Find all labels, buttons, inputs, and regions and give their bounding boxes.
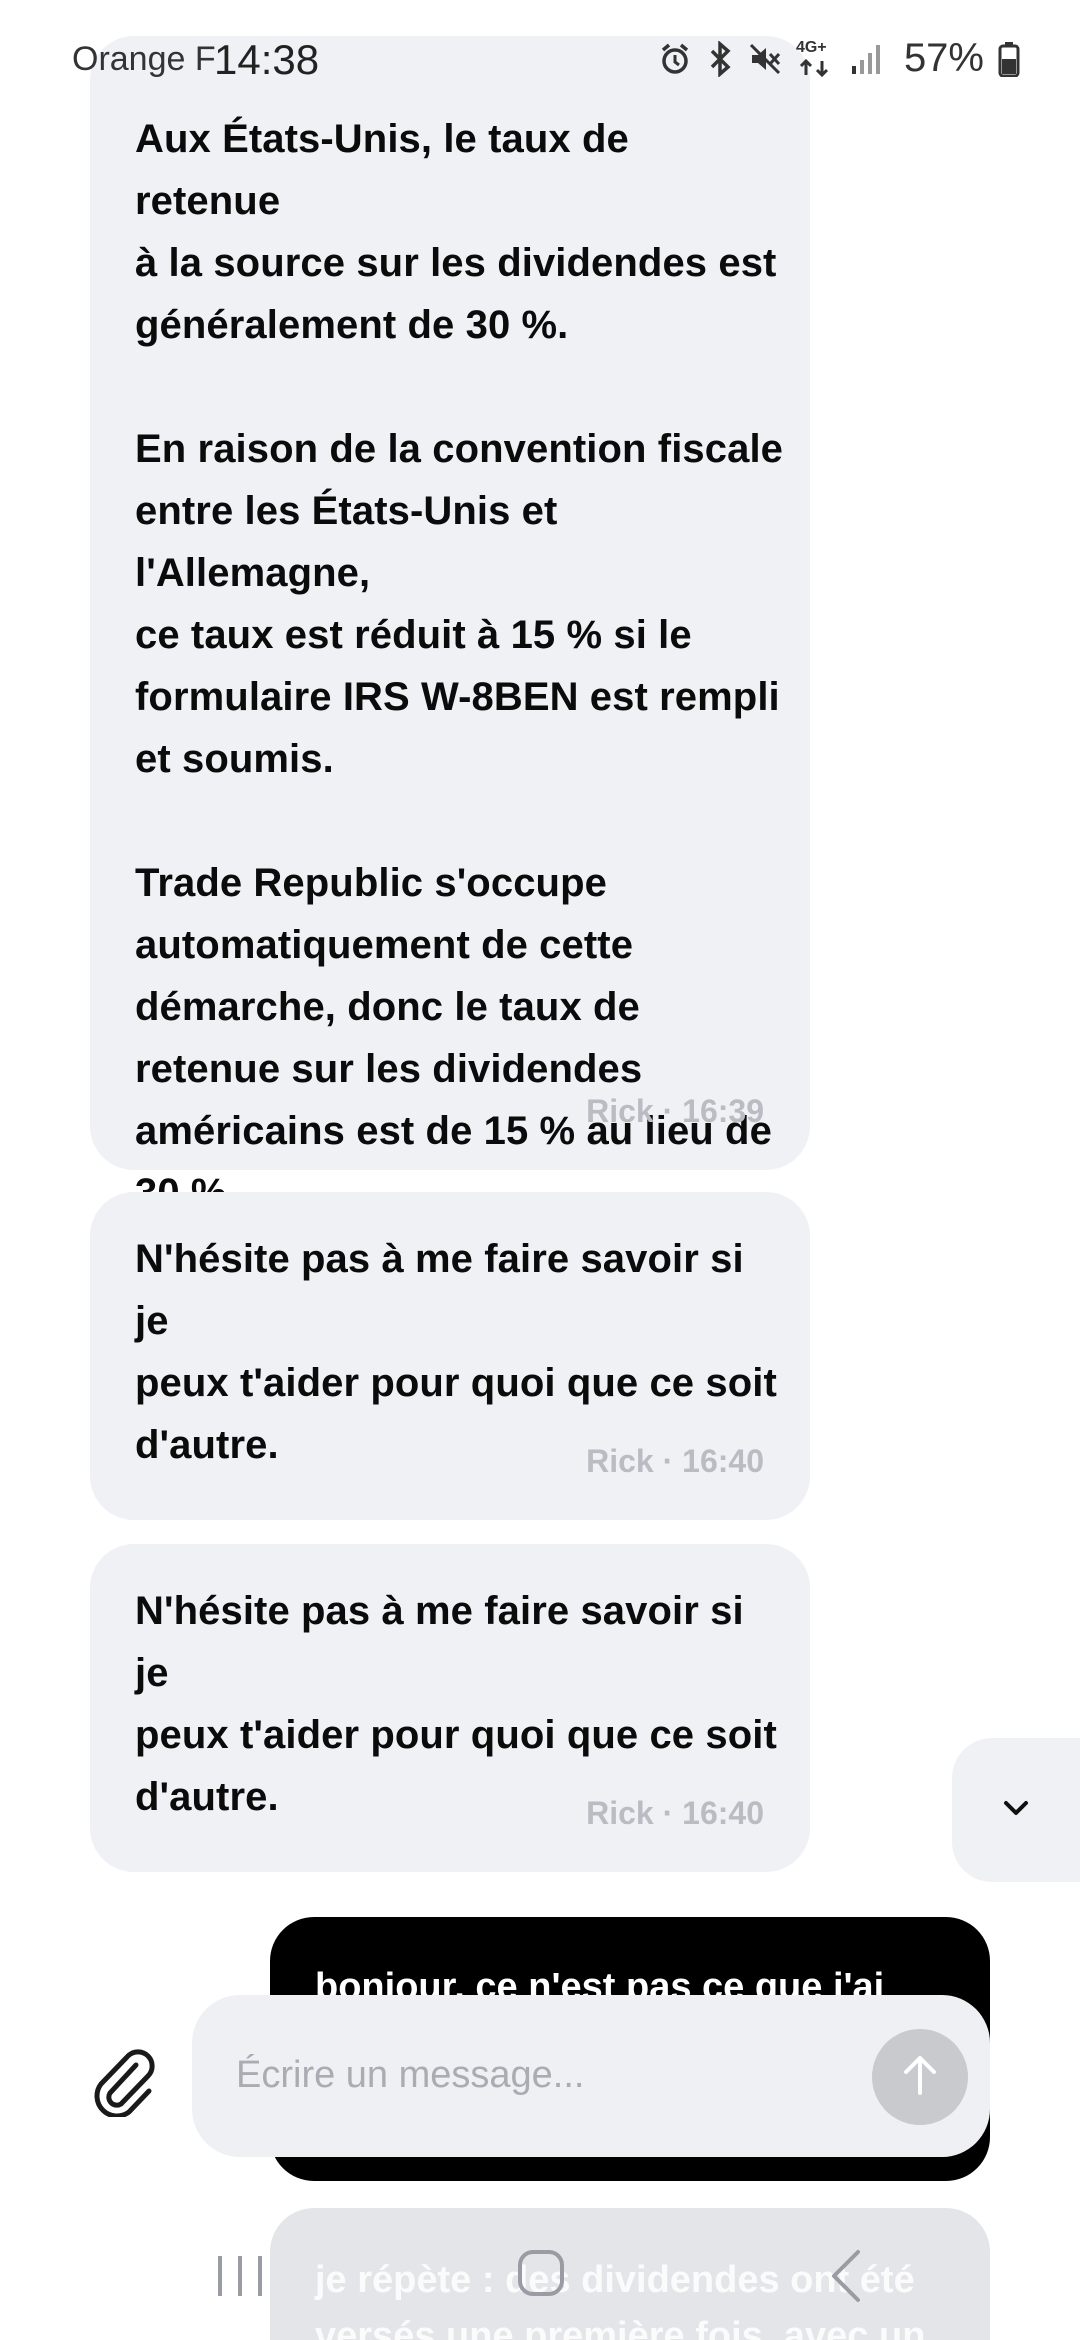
battery-percentage: 57% <box>903 36 984 80</box>
message-text: Aux États-Unis, le taux de retenue à la … <box>135 117 784 1215</box>
signal-icon <box>850 42 884 76</box>
message-text: N'hésite pas à me faire savoir si je peu… <box>135 1589 777 1819</box>
status-icons: 4G+ 57% <box>658 36 1020 81</box>
message-meta: Rick · 16:40 <box>586 1443 764 1479</box>
status-bar: Orange F 14:38 4G+ 57% <box>0 0 1080 118</box>
back-icon[interactable] <box>826 2248 866 2304</box>
message-input-container <box>192 1995 990 2157</box>
network-type-icon: 4G+ <box>796 39 836 79</box>
arrow-up-icon <box>900 2053 940 2102</box>
message-composer <box>0 1995 1080 2165</box>
carrier-name: Orange F <box>72 40 216 78</box>
paperclip-icon[interactable] <box>92 2047 156 2119</box>
message-bubble-incoming[interactable]: N'hésite pas à me faire savoir si je peu… <box>90 1544 810 1872</box>
home-icon[interactable] <box>516 2248 566 2298</box>
status-clock: 14:38 <box>214 36 320 83</box>
recents-icon[interactable] <box>210 2250 270 2300</box>
mute-icon <box>748 42 782 76</box>
send-button[interactable] <box>872 2029 968 2125</box>
message-input[interactable] <box>236 2043 836 2107</box>
bluetooth-icon <box>706 40 734 77</box>
battery-icon <box>998 41 1020 77</box>
message-bubble-incoming[interactable]: N'hésite pas à me faire savoir si je peu… <box>90 1192 810 1520</box>
alarm-icon <box>658 42 692 76</box>
message-text: N'hésite pas à me faire savoir si je peu… <box>135 1237 777 1467</box>
message-meta: Rick · 16:39 <box>586 1093 764 1129</box>
system-navigation-bar <box>0 2220 1080 2340</box>
message-bubble-incoming[interactable]: Aux États-Unis, le taux de retenue à la … <box>90 36 810 1215</box>
scroll-to-bottom-button[interactable] <box>952 1738 1080 1882</box>
message-meta: Rick · 16:40 <box>586 1795 764 1831</box>
chevron-down-icon <box>1001 1798 1031 1823</box>
